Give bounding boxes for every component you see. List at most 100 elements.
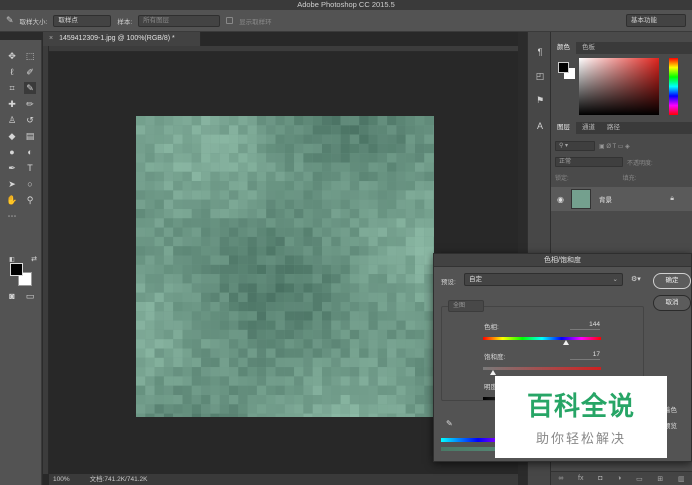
mosaic-tile <box>210 395 220 405</box>
gradient-tool-icon[interactable]: ▤ <box>24 130 36 142</box>
hue-value[interactable]: 144 <box>570 320 600 330</box>
info-icon[interactable]: ◰ <box>534 70 546 82</box>
panel-foreground-swatch[interactable] <box>558 62 569 73</box>
show-ring-checkbox[interactable] <box>226 17 234 24</box>
saturation-value[interactable]: 17 <box>570 350 600 360</box>
tab-layers[interactable]: 图层 <box>551 122 576 134</box>
watermark-title: 百科全说 <box>526 392 635 422</box>
foreground-color-swatch[interactable] <box>10 263 23 276</box>
new-layer-icon[interactable]: ⊞ <box>657 475 663 483</box>
mosaic-tile <box>154 171 164 182</box>
mosaic-tile <box>219 348 229 358</box>
mosaic-tile <box>238 367 248 377</box>
mosaic-tile <box>256 292 267 302</box>
tab-paths[interactable]: 路径 <box>601 122 626 134</box>
ok-button[interactable]: 确定 <box>653 273 691 289</box>
lasso-tool-icon[interactable]: ℓ <box>6 66 18 78</box>
mask-icon[interactable]: ◘ <box>598 475 602 482</box>
ellipse-tool-icon[interactable]: ○ <box>24 178 36 190</box>
vertical-ruler[interactable] <box>43 46 49 474</box>
mosaic-tile <box>331 209 341 219</box>
type-tool-icon[interactable]: T <box>24 162 36 174</box>
adjustment-icon[interactable]: ◑ <box>617 475 621 482</box>
preset-dropdown[interactable]: 自定 ⌄ <box>464 273 623 286</box>
mosaic-tile <box>229 116 239 126</box>
mosaic-tile <box>424 134 434 144</box>
layer-filter-dropdown[interactable]: ⚲ ▾ <box>555 141 595 151</box>
hand-tool-icon[interactable]: ✋ <box>6 194 18 206</box>
color-picker-field[interactable] <box>579 58 659 115</box>
trash-icon[interactable]: ▥ <box>678 475 685 483</box>
layer-row-background[interactable]: ◉ 背景 🔒︎ <box>551 187 692 211</box>
stamp-tool-icon[interactable]: ♙ <box>6 114 18 126</box>
mosaic-tile <box>303 134 313 144</box>
tab-color[interactable]: 颜色 <box>551 42 576 54</box>
workspace-dropdown[interactable]: 基本功能 <box>626 14 686 27</box>
tab-swatches[interactable]: 色板 <box>576 42 601 54</box>
mosaic-tile <box>415 162 425 172</box>
mosaic-tile <box>163 404 174 414</box>
mosaic-tile <box>303 143 313 154</box>
history-brush-icon[interactable]: ↺ <box>24 114 36 126</box>
sample-dropdown[interactable]: 所有图层 <box>138 14 221 27</box>
mosaic-tile <box>405 395 415 405</box>
crop-tool-icon[interactable]: ⌗ <box>6 82 18 94</box>
hue-slider-track[interactable] <box>483 337 601 340</box>
close-tab-icon[interactable]: × <box>49 35 53 42</box>
cancel-button[interactable]: 取消 <box>653 295 691 311</box>
mosaic-tile <box>201 367 211 377</box>
blur-tool-icon[interactable]: ● <box>6 146 18 158</box>
eye-icon[interactable]: ◉ <box>557 195 564 204</box>
quick-mask-icon[interactable]: ◙ <box>6 290 18 302</box>
eyedropper-tool-icon[interactable]: ✎ <box>24 82 36 94</box>
swap-colors-icon[interactable]: ⇄ <box>28 254 40 266</box>
zoom-level[interactable]: 100% <box>53 474 70 485</box>
mosaic-tile <box>415 236 425 247</box>
mosaic-tile <box>396 116 406 126</box>
path-select-icon[interactable]: ➤ <box>6 178 18 190</box>
saturation-slider-track[interactable] <box>483 367 601 370</box>
mosaic-tile <box>340 246 350 256</box>
saturation-slider-thumb[interactable] <box>490 370 497 375</box>
more-tools-icon[interactable]: ⋯ <box>6 210 18 222</box>
horizontal-ruler[interactable] <box>49 46 518 52</box>
zoom-tool-icon[interactable]: ⚲ <box>24 194 36 206</box>
mosaic-tile <box>266 181 276 191</box>
quick-select-tool-icon[interactable]: ✐ <box>24 66 36 78</box>
mosaic-tile <box>405 283 415 293</box>
brush-tool-icon[interactable]: ✏ <box>24 98 36 110</box>
tab-channels[interactable]: 通道 <box>576 122 601 134</box>
link-icon[interactable]: ∞ <box>558 475 563 482</box>
filter-icons[interactable]: ▣ Ø T ▭ ◈ <box>599 143 630 150</box>
mosaic-tile <box>368 302 378 312</box>
mosaic-tile <box>275 311 285 321</box>
image-canvas[interactable] <box>136 116 434 417</box>
marquee-tool-icon[interactable]: ⬚ <box>24 50 36 62</box>
mosaic-tile <box>256 236 267 247</box>
dodge-tool-icon[interactable]: ◐ <box>24 146 36 158</box>
blend-mode-dropdown[interactable]: 正常 <box>555 157 623 167</box>
eraser-tool-icon[interactable]: ◆ <box>6 130 18 142</box>
healing-tool-icon[interactable]: ✚ <box>6 98 18 110</box>
character-icon[interactable]: A <box>534 120 546 132</box>
eyedropper-icon[interactable]: ✎ <box>446 419 453 428</box>
pen-tool-icon[interactable]: ✒ <box>6 162 18 174</box>
screen-mode-icon[interactable]: ▭ <box>24 290 36 302</box>
sample-size-dropdown[interactable]: 取样点 <box>53 14 112 27</box>
mosaic-tile <box>154 302 164 312</box>
paragraph-icon[interactable]: ¶ <box>534 46 546 58</box>
move-tool-icon[interactable]: ✥ <box>6 50 18 62</box>
mosaic-tile <box>145 367 155 377</box>
fx-icon[interactable]: fx <box>578 475 583 482</box>
hue-slider[interactable] <box>669 58 678 115</box>
history-icon[interactable]: ⚑ <box>534 94 546 106</box>
mosaic-tile <box>377 274 388 284</box>
folder-icon[interactable]: ▭ <box>636 475 643 483</box>
eyedropper-icon[interactable]: ✎ <box>6 15 14 26</box>
channel-dropdown[interactable]: 全图 <box>448 300 484 312</box>
mosaic-tile <box>154 218 164 228</box>
mosaic-tile <box>405 218 415 228</box>
gear-icon[interactable]: ⚙▾ <box>631 275 641 283</box>
hue-slider-thumb[interactable] <box>562 340 569 345</box>
document-tab[interactable]: × 1459412309-1.jpg @ 100%(RGB/8) * <box>43 32 201 46</box>
